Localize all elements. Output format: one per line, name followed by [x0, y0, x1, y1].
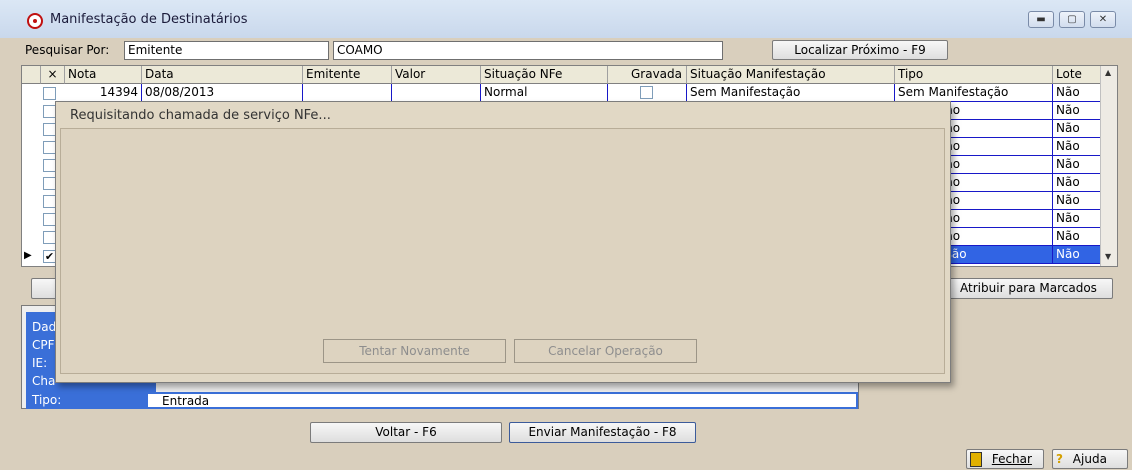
- col-tipo-header[interactable]: Tipo: [895, 66, 1053, 84]
- tipo-label: Tipo:: [32, 393, 62, 407]
- cell-situacao-manifestacao: Sem Manifestação: [687, 84, 895, 102]
- help-icon: ?: [1056, 452, 1063, 466]
- scroll-down-icon[interactable]: ▼: [1105, 252, 1111, 261]
- col-situacao-manifestacao-header[interactable]: Situação Manifestação: [687, 66, 895, 84]
- row-indicator-header: [22, 66, 41, 84]
- cell-lote: Não: [1053, 120, 1101, 138]
- cell-emitente: [303, 84, 392, 102]
- details-label: Cha: [32, 374, 56, 388]
- help-button[interactable]: ? Ajuda: [1052, 449, 1128, 469]
- cell-lote: Não: [1053, 156, 1101, 174]
- send-manifest-button[interactable]: Enviar Manifestação - F8: [509, 422, 696, 443]
- cell-nota: 14394: [65, 84, 142, 102]
- cell-situacao-nfe: Normal: [481, 84, 608, 102]
- assign-marked-label: Atribuir para Marcados: [960, 281, 1097, 295]
- cell-lote: Não: [1053, 174, 1101, 192]
- retry-button[interactable]: Tentar Novamente: [323, 339, 506, 363]
- assign-marked-button[interactable]: Atribuir para Marcados: [944, 278, 1113, 299]
- close-label: Fechar: [991, 452, 1032, 466]
- cancel-operation-button[interactable]: Cancelar Operação: [514, 339, 697, 363]
- cell-valor: [392, 84, 481, 102]
- col-valor-header[interactable]: Valor: [392, 66, 481, 84]
- cell-lote: Não: [1053, 102, 1101, 120]
- col-check-header[interactable]: ×: [41, 66, 65, 84]
- cell-lote: Não: [1053, 228, 1101, 246]
- close-window-button[interactable]: ✕: [1090, 11, 1116, 28]
- cell-tipo: Sem Manifestação: [895, 84, 1053, 102]
- details-label: CPF: [32, 338, 55, 352]
- tipo-label-cell: Tipo:: [26, 392, 146, 409]
- cell-lote: Não: [1053, 192, 1101, 210]
- current-row-indicator: ▶: [24, 250, 32, 261]
- door-exit-icon: [970, 452, 982, 467]
- cell-lote: Não: [1053, 84, 1101, 102]
- cell-gravada: [608, 84, 687, 102]
- title-bar: Manifestação de Destinatários ▬ ▢ ✕: [0, 0, 1132, 38]
- gravada-checkbox[interactable]: [640, 86, 653, 99]
- details-label: Dad: [32, 320, 57, 334]
- col-lote-header[interactable]: Lote: [1053, 66, 1101, 84]
- search-field-select[interactable]: Emitente: [124, 41, 329, 60]
- scroll-up-icon[interactable]: ▲: [1105, 68, 1111, 77]
- app-icon: [27, 13, 43, 29]
- search-input[interactable]: COAMO: [333, 41, 723, 60]
- close-button[interactable]: Fechar: [966, 449, 1044, 469]
- tipo-value: Entrada: [162, 394, 210, 408]
- tipo-value-field[interactable]: Entrada: [146, 392, 858, 409]
- maximize-button[interactable]: ▢: [1059, 11, 1085, 28]
- cell-lote: Não: [1053, 138, 1101, 156]
- col-data-header[interactable]: Data: [142, 66, 303, 84]
- search-label: Pesquisar Por:: [25, 43, 110, 57]
- dialog-title: Requisitando chamada de serviço NFe...: [70, 108, 331, 123]
- back-button[interactable]: Voltar - F6: [310, 422, 502, 443]
- col-emitente-header[interactable]: Emitente: [303, 66, 392, 84]
- cell-lote-selected: Não: [1053, 246, 1101, 264]
- help-label: Ajuda: [1072, 452, 1107, 466]
- col-nota-header[interactable]: Nota: [65, 66, 142, 84]
- cell-data: 08/08/2013: [142, 84, 303, 102]
- window-title: Manifestação de Destinatários: [50, 12, 248, 27]
- details-label: IE:: [32, 356, 48, 370]
- cell-lote: Não: [1053, 210, 1101, 228]
- row-checkbox[interactable]: [43, 87, 56, 100]
- minimize-button[interactable]: ▬: [1028, 11, 1054, 28]
- grid-vertical-scrollbar[interactable]: ▲ ▼: [1100, 66, 1117, 266]
- col-gravada-header[interactable]: Gravada: [608, 66, 687, 84]
- col-situacao-nfe-header[interactable]: Situação NFe: [481, 66, 608, 84]
- find-next-button[interactable]: Localizar Próximo - F9: [772, 40, 948, 60]
- status-bar: Fechar ? Ajuda: [0, 446, 1132, 470]
- service-request-dialog: Requisitando chamada de serviço NFe... T…: [55, 101, 951, 383]
- dialog-body: Tentar Novamente Cancelar Operação: [60, 128, 945, 374]
